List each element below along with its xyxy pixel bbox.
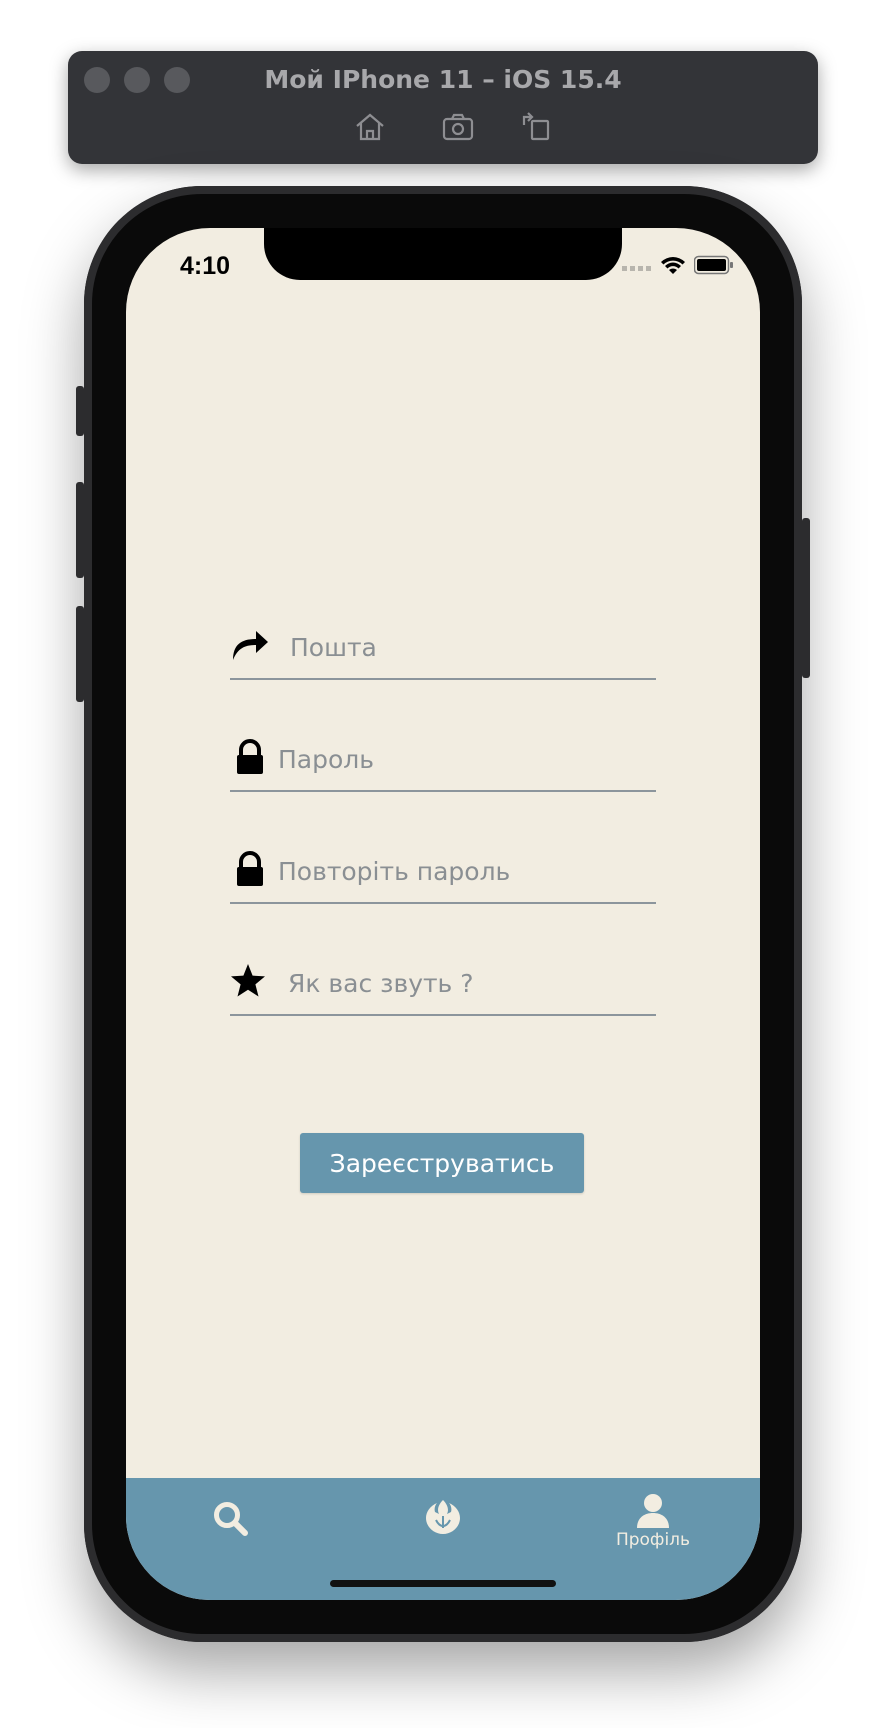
search-icon (171, 1500, 291, 1538)
rebel-alliance-icon (383, 1498, 503, 1536)
repeat-password-field-row (230, 840, 656, 904)
wifi-icon (660, 255, 686, 280)
tab-profile-label: Профіль (615, 1530, 691, 1550)
star-icon (230, 962, 270, 1002)
repeat-password-input[interactable] (276, 848, 656, 894)
rotate-icon[interactable] (518, 109, 554, 145)
home-icon[interactable] (352, 109, 388, 145)
home-indicator (330, 1580, 556, 1587)
simulator-title-bar: Мой IPhone 11 – iOS 15.4 (68, 51, 818, 164)
lock-icon (230, 738, 270, 778)
simulator-title: Мой IPhone 11 – iOS 15.4 (264, 65, 622, 94)
tab-rebel[interactable] (383, 1498, 503, 1568)
screenshot-icon[interactable] (440, 109, 476, 145)
volume-up-button (76, 482, 84, 578)
volume-down-button (76, 606, 84, 702)
mute-switch (76, 386, 84, 436)
password-input[interactable] (276, 736, 656, 782)
share-arrow-icon (230, 626, 270, 666)
password-field-row (230, 728, 656, 792)
email-input[interactable] (288, 624, 656, 670)
battery-icon (693, 255, 734, 280)
tab-search[interactable] (171, 1500, 291, 1570)
tab-profile[interactable]: Профіль (593, 1492, 713, 1562)
notch (264, 228, 622, 280)
cellular-icon (622, 258, 652, 276)
name-field-row (230, 952, 656, 1016)
power-button (802, 518, 810, 678)
user-icon (593, 1492, 713, 1528)
status-time: 4:10 (180, 252, 231, 280)
name-input[interactable] (286, 960, 656, 1006)
email-field-row (230, 616, 656, 680)
register-button[interactable]: Зареєструватись (300, 1133, 584, 1193)
lock-icon (230, 850, 270, 890)
status-icons (622, 255, 734, 280)
app-screen: 4:10 Зареєст (126, 228, 760, 1600)
